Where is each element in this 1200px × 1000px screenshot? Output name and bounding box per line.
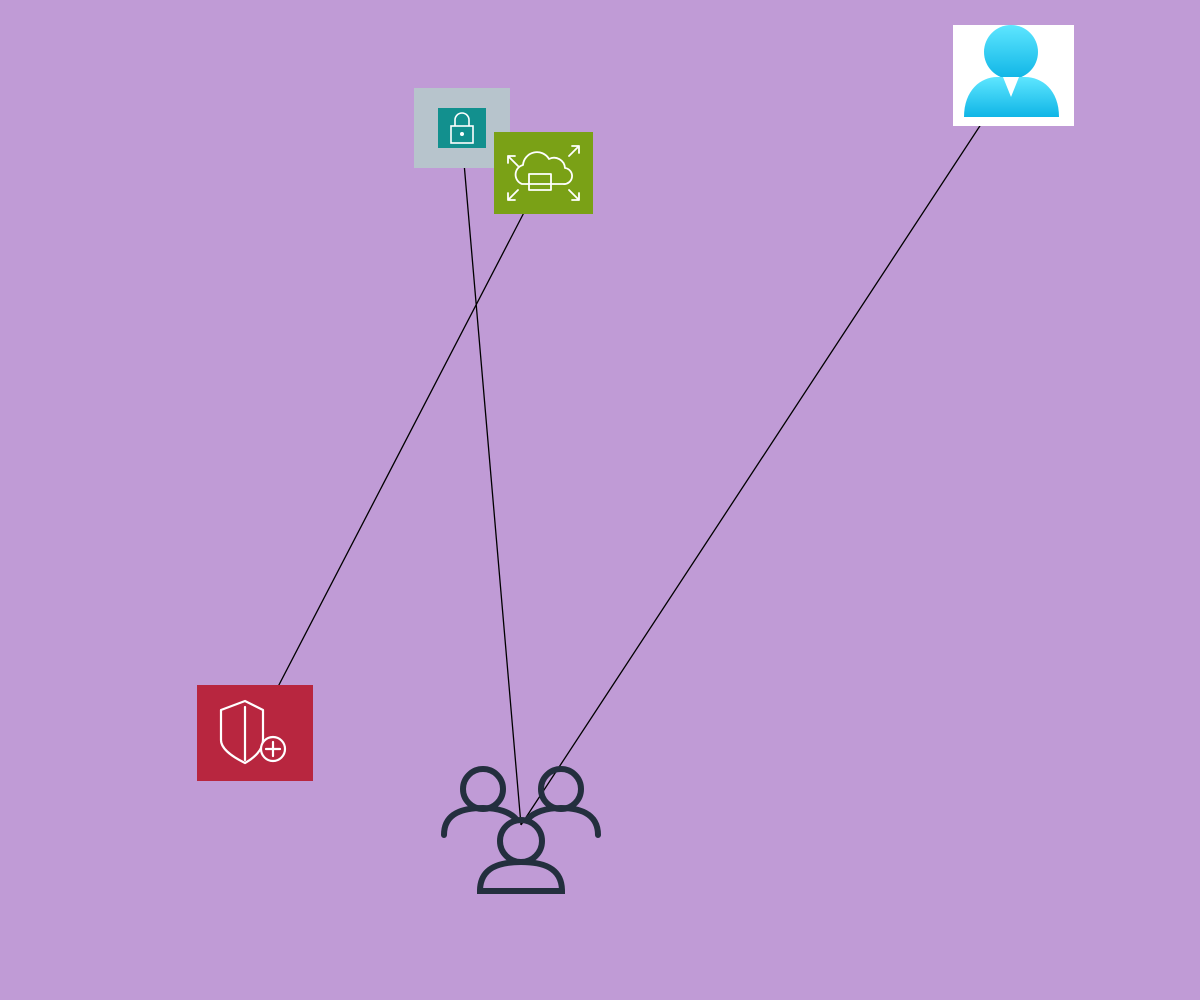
edge-shield-add-to-cloud-expand — [253, 172, 545, 734]
diagram-canvas — [0, 0, 1200, 1000]
edge-user-group-to-iam-lock — [456, 126, 522, 826]
user-icon — [953, 25, 1074, 126]
cloud-expand-icon — [494, 132, 593, 214]
shield-add-icon — [197, 685, 313, 781]
users-group-icon — [441, 766, 601, 894]
user-azure-node[interactable] — [953, 25, 1074, 126]
user-group-node[interactable] — [440, 762, 602, 896]
edge-user-group-to-user-azure — [520, 73, 1015, 826]
cloud-expand-node[interactable] — [494, 132, 593, 214]
shield-add-node[interactable] — [197, 685, 313, 781]
